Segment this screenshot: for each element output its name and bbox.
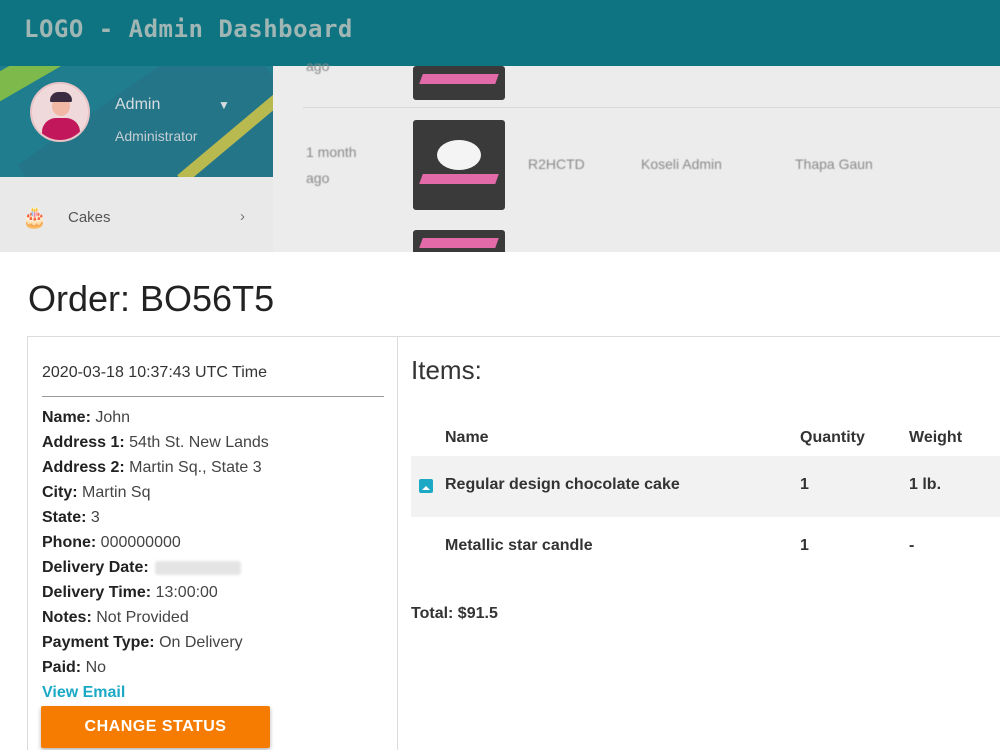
product-thumbnail (413, 230, 505, 252)
field-phone: Phone: 000000000 (42, 534, 181, 551)
row-code: R2HCTD (528, 156, 585, 172)
cake-icon: 🎂 (22, 207, 47, 229)
column-header-quantity: Quantity (800, 429, 865, 446)
profile-name: Admin (115, 96, 161, 113)
row-time: ago (306, 170, 330, 186)
field-paid: Paid: No (42, 659, 107, 676)
item-weight: - (909, 537, 915, 554)
sidebar: Admin ▼ Administrator 🎂 Cakes › (0, 66, 273, 252)
column-header-name: Name (445, 429, 489, 446)
image-icon[interactable] (419, 479, 433, 493)
chevron-right-icon: › (240, 208, 245, 225)
table-row[interactable]: Regular design chocolate cake 1 1 lb. (411, 456, 1000, 517)
field-address-1: Address 1: 54th St. New Lands (42, 434, 269, 451)
item-weight: 1 lb. (909, 476, 942, 493)
field-notes: Notes: Not Provided (42, 609, 189, 626)
background-dashboard: LOGO - Admin Dashboard Admin ▼ Administr… (0, 0, 1000, 252)
field-state: State: 3 (42, 509, 100, 526)
field-city: City: Martin Sq (42, 484, 151, 501)
items-title: Items: (411, 355, 482, 385)
row-time: 1 month (306, 144, 357, 160)
order-dialog: Order: BO56T5 2020-03-18 10:37:43 UTC Ti… (0, 252, 1000, 750)
avatar (30, 82, 90, 142)
order-total: Total: $91.5 (411, 605, 498, 622)
order-title: Order: BO56T5 (28, 278, 275, 319)
item-quantity: 1 (800, 537, 809, 554)
chevron-down-icon[interactable]: ▼ (218, 98, 230, 112)
sidebar-item-label: Cakes (68, 209, 111, 226)
field-name: Name: John (42, 409, 131, 426)
orders-list-background: ago 1 month ago R2HCTD Koseli Admin Thap… (273, 58, 1000, 252)
table-row[interactable]: Metallic star candle 1 - (411, 517, 1000, 578)
profile-role: Administrator (115, 128, 198, 144)
divider (42, 396, 384, 397)
column-header-weight: Weight (909, 429, 963, 446)
field-delivery-time: Delivery Time: 13:00:00 (42, 584, 218, 601)
top-app-bar: LOGO - Admin Dashboard (0, 0, 1000, 66)
order-datetime: 2020-03-18 10:37:43 UTC Time (42, 364, 268, 381)
product-thumbnail (413, 120, 505, 210)
view-email-link[interactable]: View Email (42, 684, 125, 702)
order-items: Items: Name Quantity Weight Regular desi… (398, 337, 1000, 750)
field-address-2: Address 2: Martin Sq., State 3 (42, 459, 262, 476)
order-panel: 2020-03-18 10:37:43 UTC Time Name: John … (27, 336, 1000, 750)
item-name: Metallic star candle (445, 537, 593, 554)
sidebar-item-cakes[interactable]: 🎂 Cakes › (0, 192, 273, 242)
profile-card[interactable]: Admin ▼ Administrator (0, 66, 273, 177)
item-quantity: 1 (800, 476, 809, 493)
row-time: ago (306, 58, 330, 74)
product-thumbnail (413, 66, 505, 100)
item-name: Regular design chocolate cake (445, 476, 680, 493)
row-creator: Koseli Admin (641, 156, 722, 172)
redacted-value (154, 560, 241, 575)
field-delivery-date: Delivery Date: (42, 559, 241, 577)
change-status-button[interactable]: CHANGE STATUS (41, 706, 270, 748)
customer-info: 2020-03-18 10:37:43 UTC Time Name: John … (28, 337, 398, 750)
field-payment-type: Payment Type: On Delivery (42, 634, 243, 651)
row-location: Thapa Gaun (795, 156, 873, 172)
app-title: LOGO - Admin Dashboard (24, 15, 353, 43)
